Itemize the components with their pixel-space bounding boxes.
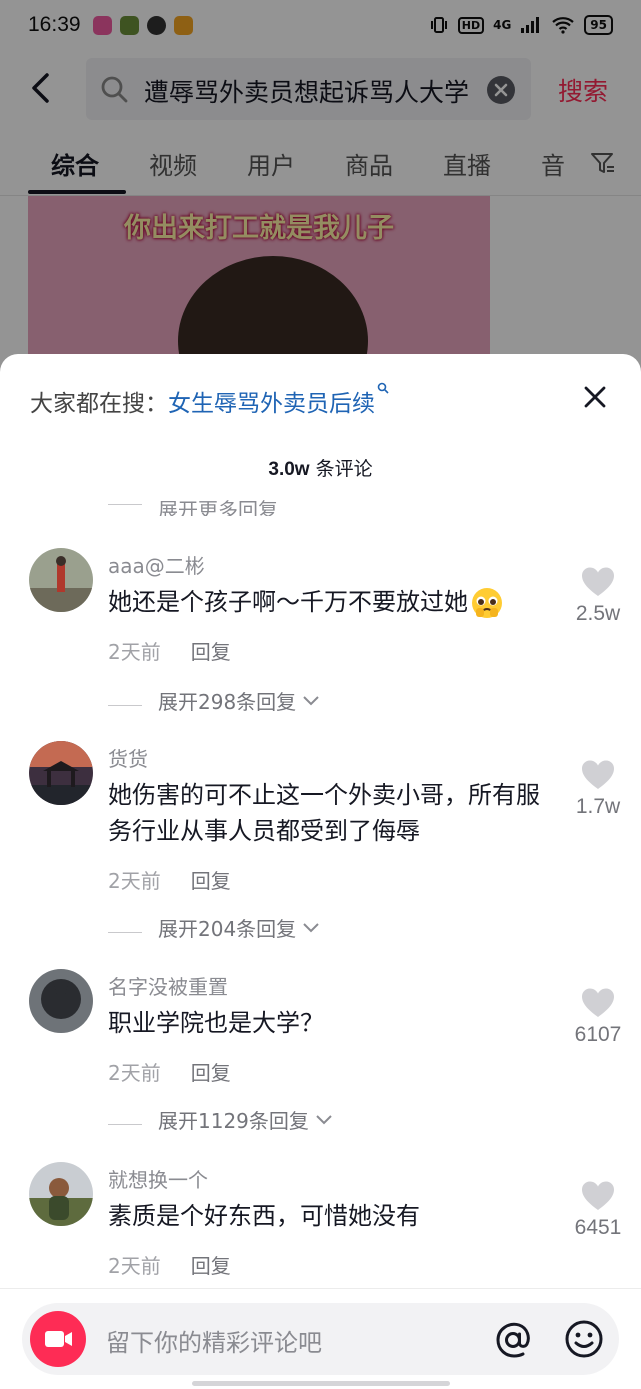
trending-search-link[interactable]: 女生辱骂外卖员后续 [168, 391, 375, 417]
reply-button[interactable]: 回复 [191, 869, 231, 893]
heart-icon [582, 760, 614, 789]
trending-search-row: 大家都在搜：女生辱骂外卖员后续 [30, 382, 389, 418]
heart-icon [582, 567, 614, 596]
comment-count-suffix: 条评论 [309, 458, 373, 480]
avatar[interactable] [29, 548, 93, 612]
like-button[interactable]: 6107 [570, 987, 626, 1047]
divider [108, 705, 142, 706]
like-count: 2.5w [575, 602, 621, 625]
comment-time: 2天前 [108, 869, 161, 893]
divider [108, 932, 142, 933]
comment-sheet: 大家都在搜：女生辱骂外卖员后续 3.0w 条评论 展开更多回复 aaa@二彬 她… [0, 354, 641, 1389]
like-count: 1.7w [575, 795, 621, 818]
expand-replies[interactable]: 展开1129条回复 [108, 1105, 333, 1134]
comment-meta: 2天前 回复 [108, 1250, 231, 1279]
comment-time: 2天前 [108, 640, 161, 664]
comment-username[interactable]: aaa@二彬 [108, 550, 205, 579]
divider [108, 504, 142, 505]
comment-time: 2天前 [108, 1061, 161, 1085]
comment-text: 她伤害的可不止这一个外卖小哥，所有服务行业从事人员都受到了侮辱 [108, 781, 540, 845]
heart-icon [582, 1181, 614, 1210]
close-icon[interactable] [582, 384, 608, 410]
comment-meta: 2天前 回复 [108, 1057, 231, 1086]
expand-replies[interactable]: 展开204条回复 [108, 913, 320, 942]
comment-meta: 2天前 回复 [108, 636, 231, 665]
trending-search-link-wrap[interactable]: 女生辱骂外卖员后续 [168, 382, 389, 418]
comment-username[interactable]: 就想换一个 [108, 1164, 208, 1193]
avatar[interactable] [29, 1162, 93, 1226]
chevron-down-icon [303, 922, 319, 932]
home-indicator [192, 1381, 450, 1386]
pleading-face-icon [472, 588, 502, 618]
comment-text: 她还是个孩子啊～千万不要放过她 [108, 584, 548, 620]
comment-text: 职业学院也是大学？ [108, 1009, 324, 1037]
camera-button[interactable] [30, 1311, 86, 1367]
comment-placeholder: 留下你的精彩评论吧 [106, 1329, 322, 1357]
reply-button[interactable]: 回复 [191, 1061, 231, 1085]
expand-replies-label: 展开1129条回复 [158, 1109, 309, 1133]
comment-time: 2天前 [108, 1254, 161, 1278]
expand-more-replies[interactable]: 展开更多回复 [108, 494, 278, 516]
like-count: 6451 [574, 1216, 622, 1239]
comment-text: 素质是个好东西，可惜她没有 [108, 1202, 420, 1230]
divider [108, 1124, 142, 1125]
comment-username[interactable]: 货货 [108, 743, 148, 772]
comment-username[interactable]: 名字没被重置 [108, 971, 228, 1000]
avatar[interactable] [29, 969, 93, 1033]
comment-input-bar: 留下你的精彩评论吧 [0, 1288, 641, 1389]
comment-input[interactable]: 留下你的精彩评论吧 [22, 1303, 619, 1375]
like-button[interactable]: 6451 [570, 1180, 626, 1240]
emoji-icon[interactable] [564, 1319, 604, 1359]
reply-button[interactable]: 回复 [191, 1254, 231, 1278]
avatar[interactable] [29, 741, 93, 805]
comment-text-content: 她还是个孩子啊～千万不要放过她 [108, 588, 468, 616]
comment-count: 3.0w 条评论 [0, 454, 641, 481]
expand-replies-label: 展开204条回复 [158, 917, 297, 941]
comment-meta: 2天前 回复 [108, 865, 231, 894]
heart-icon [582, 988, 614, 1017]
like-button[interactable]: 2.5w [570, 566, 626, 626]
comment-count-number: 3.0w [268, 459, 310, 480]
chevron-down-icon [303, 695, 319, 705]
trending-prefix: 大家都在搜： [30, 391, 168, 417]
reply-button[interactable]: 回复 [191, 640, 231, 664]
like-count: 6107 [574, 1023, 622, 1046]
search-small-icon [377, 382, 389, 394]
like-button[interactable]: 1.7w [570, 759, 626, 819]
expand-replies-label: 展开298条回复 [158, 690, 297, 714]
video-camera-icon [45, 1331, 72, 1347]
mention-icon[interactable] [492, 1319, 534, 1361]
chevron-down-icon [316, 1114, 332, 1124]
expand-more-label: 展开更多回复 [158, 498, 278, 516]
expand-replies[interactable]: 展开298条回复 [108, 686, 320, 715]
